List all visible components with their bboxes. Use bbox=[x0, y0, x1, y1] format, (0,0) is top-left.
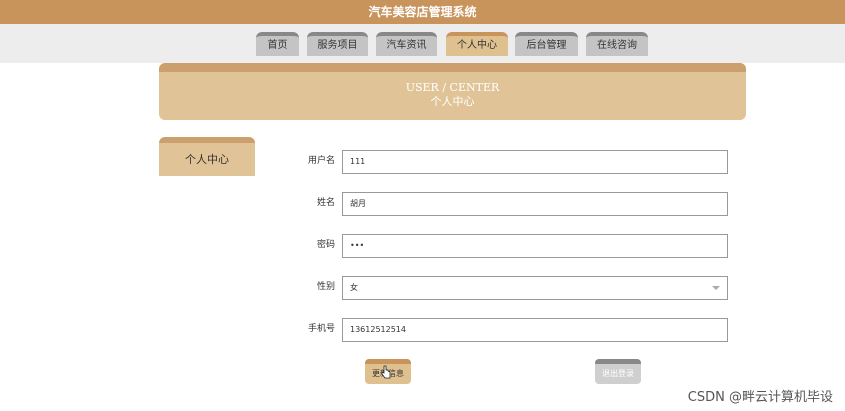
nav-bar: 首页 服务项目 汽车资讯 个人中心 后台管理 在线咨询 bbox=[0, 24, 845, 63]
gender-label: 性别 bbox=[316, 282, 335, 292]
phone-label: 手机号 bbox=[307, 324, 335, 334]
page-banner: USER / CENTER 个人中心 bbox=[159, 63, 746, 120]
banner-title-en: USER / CENTER bbox=[405, 81, 500, 94]
password-label: 密码 bbox=[316, 240, 335, 250]
name-field[interactable]: 胡月 bbox=[342, 192, 728, 216]
nav-item-user-center[interactable]: 个人中心 bbox=[446, 32, 508, 56]
app-title: 汽车美容店管理系统 bbox=[0, 0, 845, 24]
logout-button[interactable]: 退出登录 bbox=[595, 359, 641, 384]
sidebar-item-user-center[interactable]: 个人中心 bbox=[159, 137, 255, 176]
nav-item-online-chat[interactable]: 在线咨询 bbox=[586, 32, 648, 56]
nav-item-services[interactable]: 服务项目 bbox=[307, 32, 368, 56]
nav-item-car-news[interactable]: 汽车资讯 bbox=[376, 32, 437, 56]
username-field[interactable]: 111 bbox=[342, 150, 728, 174]
watermark-text: CSDN @畔云计算机毕设 bbox=[687, 390, 833, 405]
password-field[interactable]: ••• bbox=[342, 234, 728, 258]
banner-title-cn: 个人中心 bbox=[430, 95, 475, 108]
username-label: 用户名 bbox=[307, 156, 335, 166]
nav-item-admin[interactable]: 后台管理 bbox=[515, 32, 578, 56]
hand-cursor-icon bbox=[381, 365, 391, 379]
gender-select[interactable]: 女 bbox=[342, 276, 728, 300]
phone-field[interactable]: 13612512514 bbox=[342, 318, 728, 342]
nav-item-home[interactable]: 首页 bbox=[256, 32, 299, 56]
gender-select-value: 女 bbox=[350, 283, 358, 292]
name-label: 姓名 bbox=[316, 198, 335, 208]
chevron-down-icon bbox=[712, 286, 720, 290]
